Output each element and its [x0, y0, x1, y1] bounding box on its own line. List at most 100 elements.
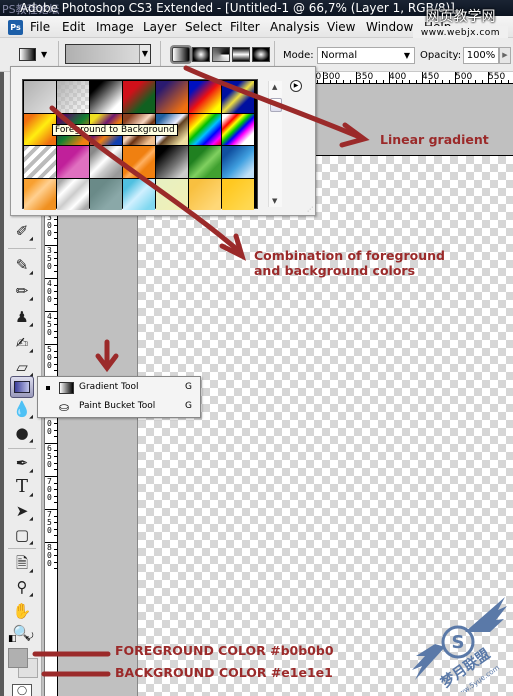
dodge-tool-icon[interactable]: ● ◢: [10, 422, 34, 444]
ruler-tick: [54, 218, 57, 220]
ruler-tick: [54, 449, 57, 451]
ruler-tick: [54, 502, 57, 504]
menu-filter[interactable]: Filter: [230, 20, 260, 34]
flyout-item-paint-bucket-tool[interactable]: ⛀ Paint Bucket Tool G: [38, 398, 200, 416]
hand-tool-icon[interactable]: ✋: [10, 600, 34, 622]
angle-gradient-button[interactable]: [212, 47, 230, 62]
gradient-picker-dropdown-icon[interactable]: ▼: [139, 45, 150, 63]
gradient-preset-swatch[interactable]: [57, 146, 89, 178]
gradient-picker-popup: ▲ ▼ ▶ ⋰: [10, 66, 316, 216]
opacity-slider-button[interactable]: ▶: [499, 47, 511, 64]
ruler-label: 550: [488, 72, 506, 82]
picker-menu-button[interactable]: ▶: [290, 80, 302, 92]
menu-window[interactable]: Window: [366, 20, 413, 34]
menu-analysis[interactable]: Analysis: [270, 20, 319, 34]
path-selection-tool-icon[interactable]: ➤ ◢: [10, 500, 34, 522]
gradient-preset-swatch[interactable]: [123, 178, 155, 210]
menu-file[interactable]: File: [30, 20, 50, 34]
clone-stamp-tool-icon[interactable]: ♟ ◢: [10, 306, 34, 328]
picker-scrollbar[interactable]: ▲ ▼: [268, 81, 282, 207]
gradient-preset-swatch[interactable]: [24, 178, 56, 210]
foreground-color-swatch[interactable]: [8, 648, 28, 668]
notes-tool-icon[interactable]: 🗎 ◢: [10, 552, 34, 574]
reflected-gradient-button[interactable]: [232, 47, 250, 62]
separator: [8, 548, 36, 549]
mode-label: Mode:: [283, 50, 314, 61]
menu-edit[interactable]: Edit: [62, 20, 85, 34]
scroll-up-icon[interactable]: ▲: [272, 83, 277, 91]
separator: [8, 248, 36, 249]
pen-tool-icon[interactable]: ✒ ◢: [10, 452, 34, 474]
shape-tool-icon[interactable]: ▢ ◢: [10, 524, 34, 546]
flyout-item-gradient-tool[interactable]: Gradient Tool G: [38, 379, 200, 397]
gradient-preset-swatch[interactable]: [156, 178, 188, 210]
brush-tool-icon[interactable]: ✏ ◢: [10, 280, 34, 302]
quick-mask-icon[interactable]: ◯: [12, 684, 32, 696]
scroll-thumb[interactable]: [270, 98, 282, 112]
gradient-preset-swatch[interactable]: [189, 178, 221, 210]
gradient-preset-swatch[interactable]: [189, 113, 221, 145]
menu-layer[interactable]: Layer: [143, 20, 176, 34]
gradient-preset-swatch[interactable]: [222, 146, 254, 178]
tool-preset-dropdown-icon[interactable]: ▼: [41, 50, 47, 59]
gradient-preset-swatch[interactable]: [24, 81, 56, 113]
gradient-preset-swatch[interactable]: [222, 81, 254, 113]
menu-image[interactable]: Image: [96, 20, 134, 34]
gradient-preset-swatch[interactable]: [57, 81, 89, 113]
gradient-preset-swatch[interactable]: [24, 146, 56, 178]
mode-value: Normal: [321, 50, 358, 61]
ruler-tick: [382, 80, 384, 83]
blur-tool-icon[interactable]: 💧 ◢: [10, 398, 34, 420]
ruler-tick: [442, 80, 443, 83]
ruler-tick: [54, 548, 57, 550]
gradient-preset-swatch[interactable]: [189, 146, 221, 178]
menu-view[interactable]: View: [327, 20, 355, 34]
type-tool-icon[interactable]: T ◢: [10, 476, 34, 498]
healing-brush-tool-icon[interactable]: ✎ ◢: [10, 254, 34, 276]
gradient-preset-swatch[interactable]: [156, 81, 188, 113]
history-brush-tool-icon[interactable]: ✍ ◢: [10, 332, 34, 354]
eraser-tool-icon[interactable]: ▱ ◢: [10, 356, 34, 378]
gradient-preset-swatch[interactable]: [222, 178, 254, 210]
ruler-tick: [369, 80, 371, 83]
annotation-combination: Combination of foreground and background…: [254, 248, 445, 278]
ruler-label: 450: [422, 72, 440, 82]
gradient-tool-icon: [59, 382, 74, 394]
ruler-tick: [45, 245, 57, 246]
ruler-tick: [422, 72, 424, 83]
scroll-down-icon[interactable]: ▼: [272, 197, 277, 205]
gradient-preset-swatch[interactable]: [156, 146, 188, 178]
gradient-preset-swatch[interactable]: [222, 113, 254, 145]
gradient-preset-swatch[interactable]: [90, 81, 122, 113]
menu-select[interactable]: Select: [185, 20, 222, 34]
default-colors-icon[interactable]: ◧: [8, 634, 17, 644]
ruler-tick: [45, 509, 57, 510]
ruler-tick: [329, 80, 331, 83]
gradient-preset-swatch[interactable]: [123, 81, 155, 113]
radial-gradient-button[interactable]: [192, 47, 210, 62]
mode-select[interactable]: Normal ▼: [317, 47, 415, 64]
watermark-right: 网页教学网 www.webjx.com: [413, 10, 508, 41]
gradient-preset-swatch[interactable]: [123, 146, 155, 178]
ruler-tick: [54, 363, 57, 365]
gradient-tool-icon[interactable]: [10, 376, 34, 398]
gradient-tool-preset-icon[interactable]: [19, 48, 36, 61]
eyedropper-tool-icon[interactable]: ⚲ ◢: [10, 576, 34, 598]
tool-flyout-menu: Gradient Tool G ⛀ Paint Bucket Tool G: [37, 376, 201, 418]
gradient-preset-swatch[interactable]: [90, 178, 122, 210]
ruler-tick: [54, 561, 57, 563]
resize-grip-icon[interactable]: ⋰: [307, 206, 313, 213]
ruler-tick: [349, 80, 351, 83]
gradient-preset-swatch[interactable]: [57, 178, 89, 210]
ruler-tick: [54, 522, 57, 524]
linear-gradient-button[interactable]: [172, 47, 190, 62]
slice-tool-icon[interactable]: ✐ ◢: [10, 220, 34, 242]
photoshop-logo-icon[interactable]: Ps: [8, 20, 23, 35]
swap-colors-icon[interactable]: ⤾: [26, 632, 34, 642]
diamond-gradient-button[interactable]: [252, 47, 270, 62]
toolbox-grip[interactable]: [0, 72, 4, 696]
gradient-preset-swatch[interactable]: [189, 81, 221, 113]
gradient-preset-swatch[interactable]: [90, 146, 122, 178]
ruler-tick: [389, 72, 391, 83]
opacity-input[interactable]: 100%: [463, 47, 499, 64]
